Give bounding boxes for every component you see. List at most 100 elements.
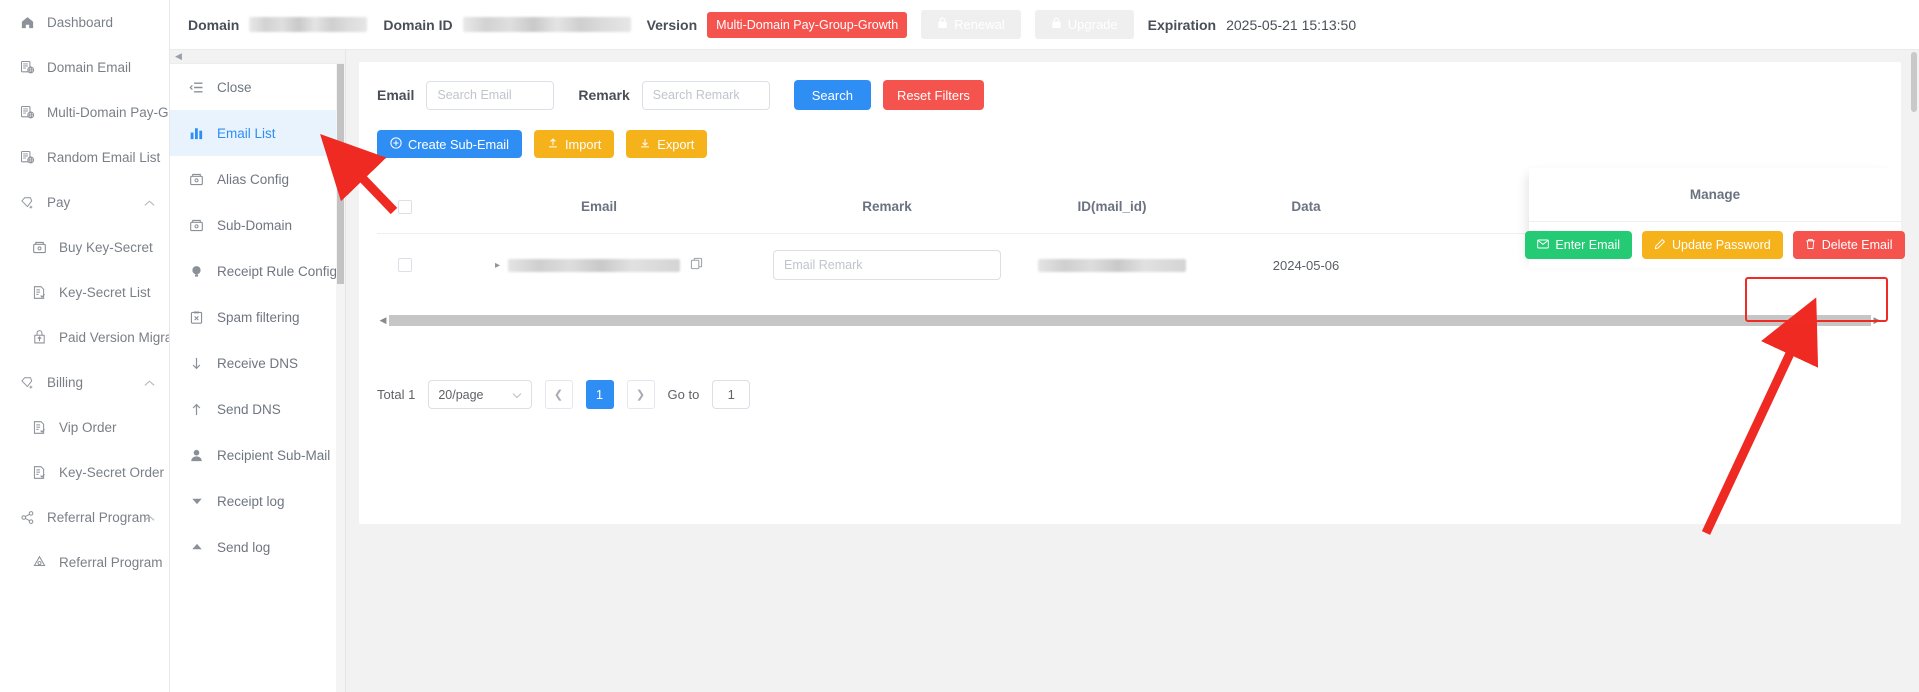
lock-icon bbox=[1051, 17, 1062, 32]
enter-email-button[interactable]: Enter Email bbox=[1525, 231, 1633, 259]
next-page-button[interactable]: ❯ bbox=[626, 380, 655, 409]
sidebar-item-label: Paid Version Migration bbox=[59, 330, 169, 345]
goto-page-input[interactable] bbox=[712, 380, 751, 409]
cell-remark bbox=[765, 250, 1009, 280]
table-scroll-left-icon[interactable]: ◀ bbox=[377, 315, 389, 326]
sidebar-item-vip-order[interactable]: Vip Order bbox=[0, 405, 169, 450]
secondary-sidebar-collapse-bar[interactable]: ◀ bbox=[170, 50, 345, 64]
arrow-down-icon bbox=[188, 356, 205, 371]
table-scroll-right-icon[interactable]: ▶ bbox=[1871, 315, 1883, 326]
sidebar-item-domain-email[interactable]: Domain Email bbox=[0, 45, 169, 90]
renewal-button[interactable]: Renewal bbox=[921, 10, 1021, 39]
main-top-spacer bbox=[346, 50, 1919, 62]
search-remark-input[interactable] bbox=[641, 80, 770, 110]
scrollbar-thumb[interactable] bbox=[1911, 52, 1917, 112]
export-button[interactable]: Export bbox=[626, 130, 708, 158]
sidebar-item-multi-domain-pay-group[interactable]: Multi-Domain Pay-Group bbox=[0, 90, 169, 135]
domain-id-value-redacted bbox=[462, 17, 631, 32]
bulb-icon bbox=[188, 264, 205, 279]
page-number-1[interactable]: 1 bbox=[585, 380, 614, 409]
sidebar-item-random-email-list[interactable]: Random Email List bbox=[0, 135, 169, 180]
collapse-menu-icon bbox=[188, 80, 205, 95]
prev-page-button[interactable]: ❮ bbox=[544, 380, 573, 409]
domain-label: Domain bbox=[188, 16, 240, 33]
secondary-item-send-log[interactable]: Send log bbox=[170, 524, 345, 570]
main-vertical-scrollbar[interactable] bbox=[1909, 50, 1919, 692]
search-email-input[interactable] bbox=[426, 80, 555, 110]
sidebar-item-label: Vip Order bbox=[59, 420, 117, 435]
row-checkbox[interactable] bbox=[398, 258, 412, 272]
secondary-item-receipt-rule-config[interactable]: Receipt Rule Config bbox=[170, 248, 345, 294]
email-remark-input[interactable] bbox=[773, 250, 1001, 280]
secondary-item-label: Spam filtering bbox=[217, 309, 300, 325]
collapse-left-arrow-icon[interactable]: ◀ bbox=[175, 51, 182, 62]
reset-filters-button[interactable]: Reset Filters bbox=[882, 80, 984, 110]
sidebar-item-label: Pay bbox=[47, 195, 71, 210]
secondary-item-label: Email List bbox=[217, 125, 276, 141]
secondary-item-sub-domain[interactable]: Sub-Domain bbox=[170, 202, 345, 248]
page-size-value: 20/page bbox=[438, 387, 484, 402]
create-sub-email-button[interactable]: Create Sub-Email bbox=[377, 130, 522, 158]
page-size-select[interactable]: 20/page bbox=[428, 380, 532, 409]
secondary-item-send-dns[interactable]: Send DNS bbox=[170, 386, 345, 432]
table-scrollbar-track[interactable] bbox=[389, 315, 1871, 326]
manage-fixed-column: Manage Enter Email Update Password Delet… bbox=[1525, 168, 1905, 268]
doc-check-icon bbox=[30, 284, 48, 302]
copy-icon[interactable] bbox=[690, 257, 703, 273]
row-expand-icon[interactable]: ▸ bbox=[495, 260, 500, 271]
secondary-item-label: Sub-Domain bbox=[217, 217, 293, 233]
referral-icon bbox=[30, 554, 48, 572]
import-button[interactable]: Import bbox=[534, 130, 615, 158]
sidebar-item-buy-key-secret[interactable]: Buy Key-Secret bbox=[0, 225, 169, 270]
upgrade-button[interactable]: Upgrade bbox=[1034, 10, 1134, 39]
sidebar-item-label: Referral Program bbox=[47, 510, 151, 525]
column-header-date: Data bbox=[1291, 199, 1321, 214]
secondary-item-recipient-sub-mail[interactable]: Recipient Sub-Mail bbox=[170, 432, 345, 478]
doc-check-icon bbox=[30, 464, 48, 482]
sidebar-item-billing[interactable]: Billing bbox=[0, 360, 169, 405]
envelope-icon bbox=[1537, 238, 1550, 252]
scrollbar-thumb[interactable] bbox=[337, 64, 344, 284]
sidebar-item-pay[interactable]: Pay bbox=[0, 180, 169, 225]
update-password-label: Update Password bbox=[1672, 238, 1771, 252]
select-all-checkbox[interactable] bbox=[398, 199, 412, 214]
chevron-up-icon[interactable] bbox=[144, 195, 155, 210]
wallet-icon bbox=[188, 172, 205, 187]
expiration-label: Expiration bbox=[1147, 16, 1217, 33]
domain-id-label: Domain ID bbox=[383, 16, 453, 33]
sidebar-item-label: Random Email List bbox=[47, 150, 161, 165]
secondary-sidebar-scrollbar[interactable] bbox=[336, 64, 345, 692]
wallet-icon bbox=[188, 218, 205, 233]
wallet-icon bbox=[30, 239, 48, 257]
sidebar-item-dashboard[interactable]: Dashboard bbox=[0, 0, 169, 45]
secondary-item-spam-filtering[interactable]: Spam filtering bbox=[170, 294, 345, 340]
delete-email-label: Delete Email bbox=[1821, 238, 1893, 252]
domain-email-icon bbox=[18, 149, 36, 167]
cell-mail-id bbox=[1009, 258, 1215, 272]
arrow-up-icon bbox=[188, 402, 205, 417]
share-icon bbox=[18, 509, 36, 527]
chevron-up-icon[interactable] bbox=[144, 375, 155, 390]
delete-email-button[interactable]: Delete Email bbox=[1792, 231, 1905, 259]
secondary-item-email-list[interactable]: Email List bbox=[170, 110, 345, 156]
sidebar-item-referral-program[interactable]: Referral Program bbox=[0, 540, 169, 585]
sidebar-item-paid-version-migration[interactable]: Paid Version Migration bbox=[0, 315, 169, 360]
table-horizontal-scrollbar[interactable]: ◀ ▶ bbox=[377, 314, 1883, 327]
domain-email-icon bbox=[18, 59, 36, 77]
import-button-label: Import bbox=[565, 136, 602, 152]
pencil-icon bbox=[1654, 238, 1666, 253]
action-toolbar: Create Sub-Email Import Export bbox=[359, 110, 1901, 158]
sidebar-item-key-secret-list[interactable]: Key-Secret List bbox=[0, 270, 169, 315]
secondary-item-alias-config[interactable]: Alias Config bbox=[170, 156, 345, 202]
search-button[interactable]: Search bbox=[793, 80, 871, 110]
sidebar-item-referral-program[interactable]: Referral Program bbox=[0, 495, 169, 540]
domain-value-redacted bbox=[249, 17, 368, 32]
user-icon bbox=[188, 448, 205, 463]
secondary-item-receipt-log[interactable]: Receipt log bbox=[170, 478, 345, 524]
update-password-button[interactable]: Update Password bbox=[1642, 231, 1783, 259]
sidebar-item-key-secret-order[interactable]: Key-Secret Order bbox=[0, 450, 169, 495]
column-header-email: Email bbox=[580, 199, 618, 214]
secondary-item-close[interactable]: Close bbox=[170, 64, 345, 110]
chevron-up-icon[interactable] bbox=[144, 510, 155, 525]
secondary-item-receive-dns[interactable]: Receive DNS bbox=[170, 340, 345, 386]
